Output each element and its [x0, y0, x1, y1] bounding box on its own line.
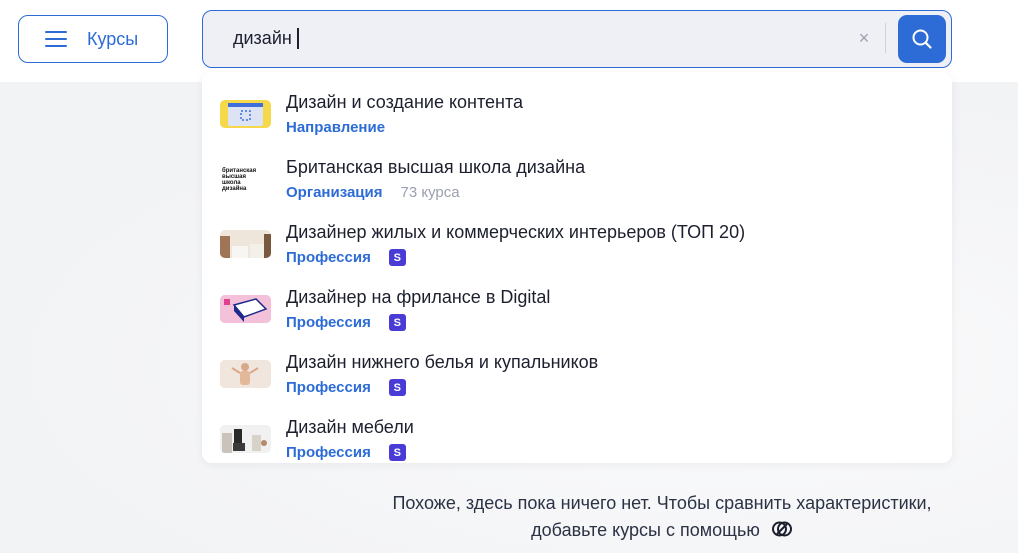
- search-divider: [885, 23, 886, 53]
- suggestion-item[interactable]: Дизайнер жилых и коммерческих интерьеров…: [202, 210, 952, 275]
- clear-search-button[interactable]: ×: [853, 27, 875, 49]
- organization-logo: британская высшая школа дизайна: [220, 165, 271, 193]
- search-icon: [912, 29, 932, 49]
- empty-state-line-2: добавьте курсы с помощью: [531, 520, 760, 540]
- courses-menu-label: Курсы: [87, 28, 139, 49]
- suggestion-type: Профессия: [286, 444, 371, 461]
- search-button[interactable]: [898, 15, 946, 63]
- suggestion-title: Дизайнер жилых и коммерческих интерьеров…: [286, 222, 746, 242]
- close-icon: ×: [858, 27, 870, 48]
- hamburger-icon: [45, 31, 67, 47]
- suggestion-title: Дизайн мебели: [286, 417, 414, 437]
- content-design-thumbnail: [220, 100, 271, 128]
- empty-state-line-1: Похоже, здесь пока ничего нет. Чтобы сра…: [392, 493, 932, 513]
- suggestion-type: Профессия: [286, 379, 371, 396]
- suggestion-title: Британская высшая школа дизайна: [286, 157, 586, 177]
- compare-icon: [771, 521, 792, 537]
- suggestion-title: Дизайнер на фрилансе в Digital: [286, 287, 551, 307]
- organization-logo-text: британская высшая школа дизайна: [222, 168, 257, 192]
- interior-design-thumbnail: [220, 230, 271, 258]
- empty-state-line-2-wrap: добавьте курсы с помощью: [340, 517, 984, 544]
- suggestion-item[interactable]: Дизайн и создание контента Направление: [202, 80, 952, 145]
- empty-state-message: Похоже, здесь пока ничего нет. Чтобы сра…: [340, 490, 984, 544]
- suggestion-item[interactable]: Дизайн нижнего белья и купальников Профе…: [202, 340, 952, 405]
- lingerie-design-thumbnail: [220, 360, 271, 388]
- search-box: ×: [202, 10, 952, 68]
- search-input[interactable]: [233, 28, 833, 49]
- freelance-design-thumbnail: [220, 295, 271, 323]
- courses-menu-button[interactable]: Курсы: [18, 15, 168, 63]
- text-caret: [297, 28, 299, 49]
- furniture-design-thumbnail: [220, 425, 271, 453]
- school-badge-icon: S: [388, 444, 406, 461]
- suggestion-item[interactable]: Дизайнер на фрилансе в Digital Профессия…: [202, 275, 952, 340]
- school-badge-icon: S: [388, 314, 406, 331]
- school-badge-icon: S: [388, 249, 406, 266]
- suggestion-item[interactable]: Дизайн мебели Профессия S: [202, 405, 952, 470]
- suggestion-item[interactable]: британская высшая школа дизайна Британск…: [202, 145, 952, 210]
- suggestion-title: Дизайн нижнего белья и купальников: [286, 352, 599, 372]
- suggestion-type: Организация: [286, 184, 383, 201]
- course-count: 73 курса: [400, 184, 460, 201]
- school-badge-icon: S: [388, 379, 406, 396]
- suggestion-title: Дизайн и создание контента: [286, 92, 524, 112]
- suggestion-type: Профессия: [286, 249, 371, 266]
- suggestion-type: Профессия: [286, 314, 371, 331]
- search-suggestions-dropdown: Дизайн и создание контента Направление б…: [202, 72, 952, 463]
- suggestion-type: Направление: [286, 119, 386, 136]
